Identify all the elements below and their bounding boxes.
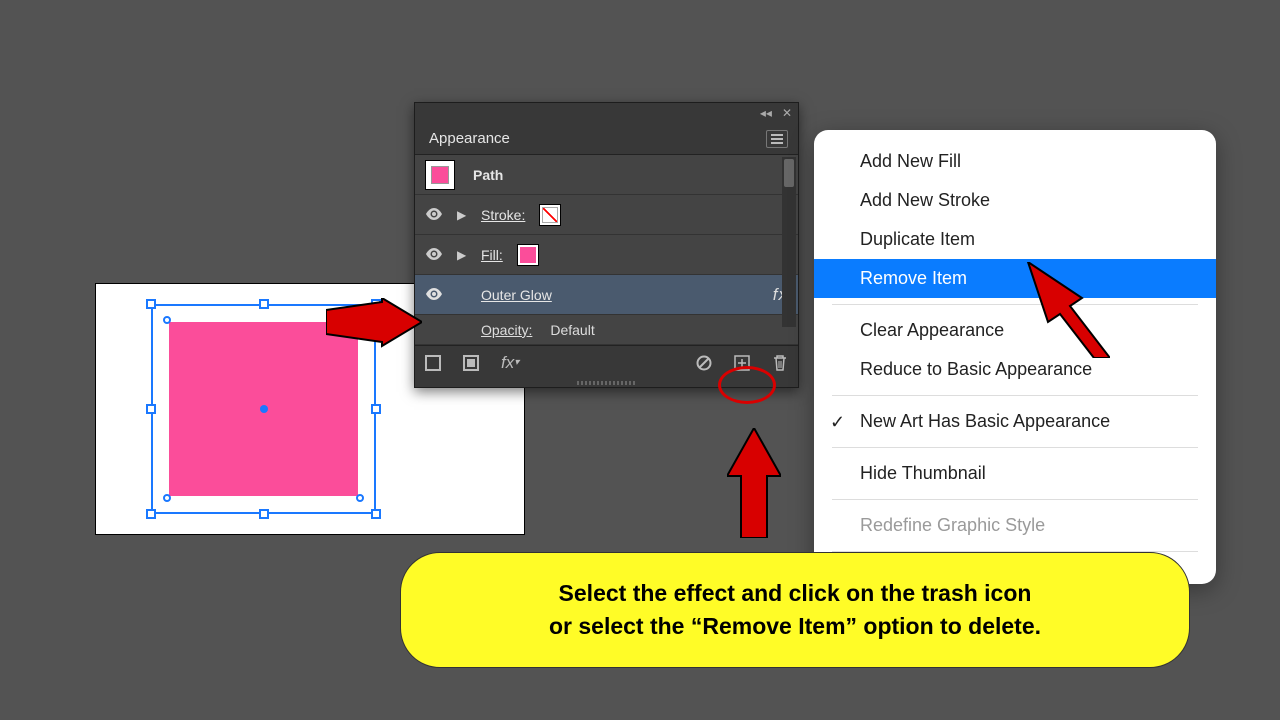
menu-new-art-basic[interactable]: ✓New Art Has Basic Appearance [814, 402, 1216, 441]
handle-tm[interactable] [259, 299, 269, 309]
path-label: Path [473, 167, 503, 183]
check-icon: ✓ [830, 412, 845, 433]
collapse-icon[interactable]: ◂◂ [760, 106, 772, 120]
effect-label: Outer Glow [481, 287, 552, 303]
opacity-value: Default [550, 322, 594, 338]
row-effect-outer-glow[interactable]: Outer Glow fx [415, 275, 798, 315]
scrollbar-thumb[interactable] [784, 159, 794, 187]
appearance-panel: ◂◂ ✕ Appearance Path ▶ Stroke: ▶ Fill: [414, 102, 799, 388]
visibility-icon[interactable] [425, 247, 443, 263]
path-thumbnail [425, 160, 455, 190]
menu-separator [832, 447, 1198, 448]
handle-bm[interactable] [259, 509, 269, 519]
clear-icon[interactable] [696, 355, 712, 371]
row-path[interactable]: Path [415, 155, 798, 195]
close-icon[interactable]: ✕ [782, 106, 792, 120]
duplicate-icon[interactable] [734, 355, 750, 371]
selected-shape[interactable] [151, 304, 376, 514]
anchor-point[interactable] [356, 494, 364, 502]
instruction-callout: Select the effect and click on the trash… [400, 552, 1190, 668]
panel-menu-button[interactable] [766, 130, 788, 148]
menu-hide-thumbnail[interactable]: Hide Thumbnail [814, 454, 1216, 493]
chevron-right-icon[interactable]: ▶ [457, 248, 467, 262]
menu-add-new-fill[interactable]: Add New Fill [814, 142, 1216, 181]
handle-br[interactable] [371, 509, 381, 519]
menu-separator [832, 499, 1198, 500]
row-stroke[interactable]: ▶ Stroke: [415, 195, 798, 235]
handle-mr[interactable] [371, 404, 381, 414]
center-point [260, 405, 268, 413]
visibility-icon[interactable] [425, 207, 443, 223]
fill-label: Fill: [481, 247, 503, 263]
scrollbar[interactable] [782, 157, 796, 327]
chevron-right-icon[interactable]: ▶ [457, 208, 467, 222]
no-fill-icon[interactable] [425, 355, 441, 371]
menu-add-new-stroke[interactable]: Add New Stroke [814, 181, 1216, 220]
menu-reduce-basic[interactable]: Reduce to Basic Appearance [814, 350, 1216, 389]
fill-swatch[interactable] [517, 244, 539, 266]
anchor-point[interactable] [163, 316, 171, 324]
handle-tl[interactable] [146, 299, 156, 309]
menu-separator [832, 304, 1198, 305]
panel-footer: fx▾ [415, 345, 798, 379]
panel-resize-grip[interactable] [415, 379, 798, 387]
opacity-label: Opacity: [481, 322, 532, 338]
menu-duplicate-item[interactable]: Duplicate Item [814, 220, 1216, 259]
menu-redefine-style: Redefine Graphic Style [814, 506, 1216, 545]
anchor-point[interactable] [163, 494, 171, 502]
stroke-square-icon[interactable] [463, 355, 479, 371]
callout-line2: or select the “Remove Item” option to de… [549, 610, 1041, 643]
handle-tr[interactable] [371, 299, 381, 309]
appearance-rows: Path ▶ Stroke: ▶ Fill: Outer Glow fx [415, 155, 798, 345]
panel-top-bar: ◂◂ ✕ [415, 103, 798, 123]
menu-remove-item[interactable]: Remove Item [814, 259, 1216, 298]
panel-context-menu: Add New Fill Add New Stroke Duplicate It… [814, 130, 1216, 584]
fx-add-icon[interactable]: fx▾ [501, 353, 519, 373]
panel-title: Appearance [429, 130, 510, 147]
stroke-swatch[interactable] [539, 204, 561, 226]
row-fill[interactable]: ▶ Fill: [415, 235, 798, 275]
stroke-label: Stroke: [481, 207, 525, 223]
annotation-arrow-up [727, 428, 781, 538]
callout-line1: Select the effect and click on the trash… [559, 577, 1032, 610]
panel-header: Appearance [415, 123, 798, 155]
anchor-point[interactable] [356, 316, 364, 324]
visibility-icon[interactable] [425, 287, 443, 303]
trash-icon[interactable] [772, 354, 788, 372]
handle-ml[interactable] [146, 404, 156, 414]
menu-clear-appearance[interactable]: Clear Appearance [814, 311, 1216, 350]
row-opacity[interactable]: Opacity: Default [415, 315, 798, 345]
menu-separator [832, 395, 1198, 396]
handle-bl[interactable] [146, 509, 156, 519]
